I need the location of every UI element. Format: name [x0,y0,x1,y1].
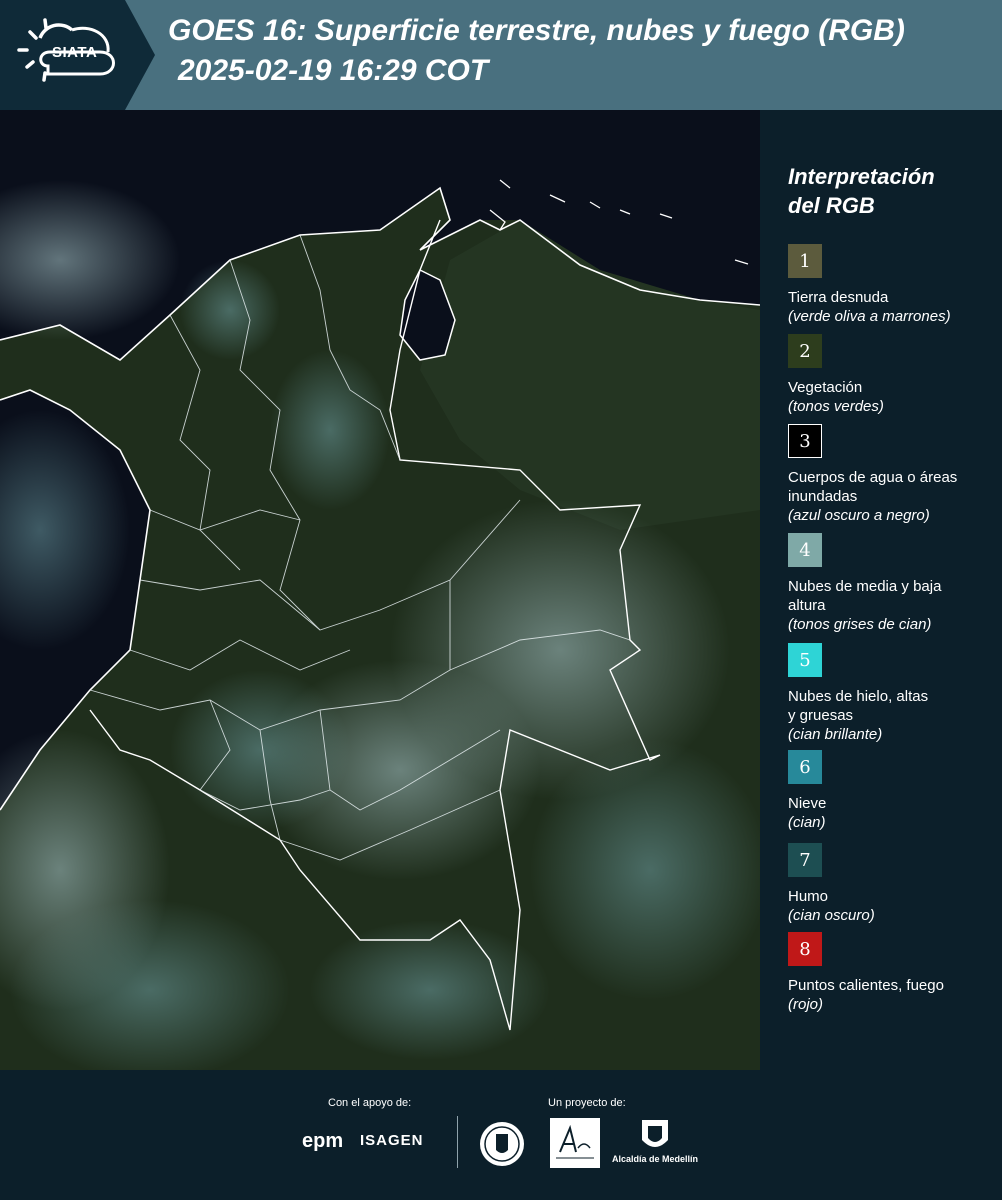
legend-item: 8 Puntos calientes, fuego (rojo) [788,932,1002,1014]
legend-swatch: 7 [788,843,822,877]
project-label: Un proyecto de: [548,1097,626,1109]
legend-swatch: 2 [788,334,822,368]
legend-item: 7 Humo (cian oscuro) [788,843,1002,925]
header-bar: SIATA GOES 16: Superficie terrestre, nub… [0,0,1002,110]
legend-swatch: 5 [788,643,822,677]
timestamp: 2025-02-19 16:29 COT [178,54,489,87]
legend-swatch: 8 [788,932,822,966]
siata-logo: SIATA [0,0,155,110]
legend-panel: Interpretación del RGB 1 Tierra desnuda … [775,110,1002,1070]
legend-swatch: 6 [788,750,822,784]
legend-swatch: 3 [788,424,822,458]
legend-swatch: 4 [788,533,822,567]
support-label: Con el apoyo de: [328,1097,412,1109]
legend-item: 6 Nieve (cian) [788,750,1002,832]
legend-title: Interpretación del RGB [788,164,935,218]
seal-icon [480,1122,524,1166]
area-metropolitana-logo [550,1118,600,1168]
footer: Con el apoyo de: Un proyecto de: epm ISA… [0,1070,1002,1200]
footer-divider [457,1116,458,1168]
legend-swatch: 1 [788,244,822,278]
epm-logo: epm [302,1130,344,1152]
page-title: GOES 16: Superficie terrestre, nubes y f… [168,14,905,47]
isagen-logo: ISAGEN [360,1132,424,1149]
legend-item: 2 Vegetación (tonos verdes) [788,334,1002,416]
legend-item: 3 Cuerpos de agua o áreas inundadas (azu… [788,424,958,525]
satellite-map [0,110,760,1070]
legend-item: 4 Nubes de media y baja altura (tonos gr… [788,533,958,634]
legend-item: 5 Nubes de hielo, altas y gruesas (cian … [788,643,938,744]
alcaldia-shield-icon [642,1120,668,1147]
map-image [0,110,760,1070]
logo-text: SIATA [52,44,98,61]
legend-item: 1 Tierra desnuda (verde oliva a marrones… [788,244,1002,326]
alcaldia-label: Alcaldía de Medellín [612,1154,699,1164]
